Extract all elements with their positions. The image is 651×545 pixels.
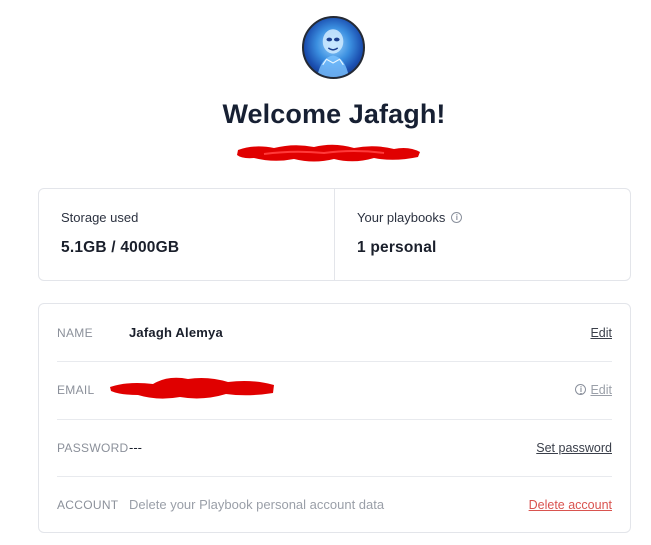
password-value: --- [129,440,142,455]
stats-card: Storage used 5.1GB / 4000GB Your playboo… [38,188,631,281]
storage-label: Storage used [61,210,139,225]
info-icon[interactable]: i [575,384,587,395]
edit-email-label[interactable]: Edit [590,383,612,397]
name-row: NAME Jafagh Alemya Edit [57,304,612,361]
name-label: NAME [57,325,93,340]
redacted-mark [237,144,420,162]
info-icon[interactable]: i [451,212,463,223]
account-row: ACCOUNT Delete your Playbook personal ac… [57,476,612,533]
welcome-heading: Welcome Jafagh! [222,99,446,129]
profile-page: Welcome Jafagh! Storage used 5.1GB / 400… [0,0,651,545]
account-card: NAME Jafagh Alemya Edit EMAIL i Edit PAS… [38,303,631,533]
account-description: Delete your Playbook personal account da… [129,497,385,512]
storage-value: 5.1GB / 4000GB [61,239,180,256]
set-password-button[interactable]: Set password [536,441,612,455]
playbooks-label: Your playbooks [357,210,446,225]
playbooks-stat: Your playbooks i 1 personal [335,189,630,280]
delete-account-button[interactable]: Delete account [529,498,612,512]
playbooks-value: 1 personal [357,239,437,256]
password-row: PASSWORD --- Set password [57,419,612,476]
playbooks-label-row: Your playbooks i [357,210,630,225]
name-value: Jafagh Alemya [129,325,223,340]
avatar[interactable] [302,16,365,79]
edit-email-button[interactable]: i Edit [575,383,612,397]
avatar-image [317,29,349,77]
edit-name-button[interactable]: Edit [590,326,612,340]
redacted-mark [110,377,274,399]
account-label: ACCOUNT [57,497,119,512]
storage-stat: Storage used 5.1GB / 4000GB [39,189,335,280]
password-label: PASSWORD [57,440,129,455]
